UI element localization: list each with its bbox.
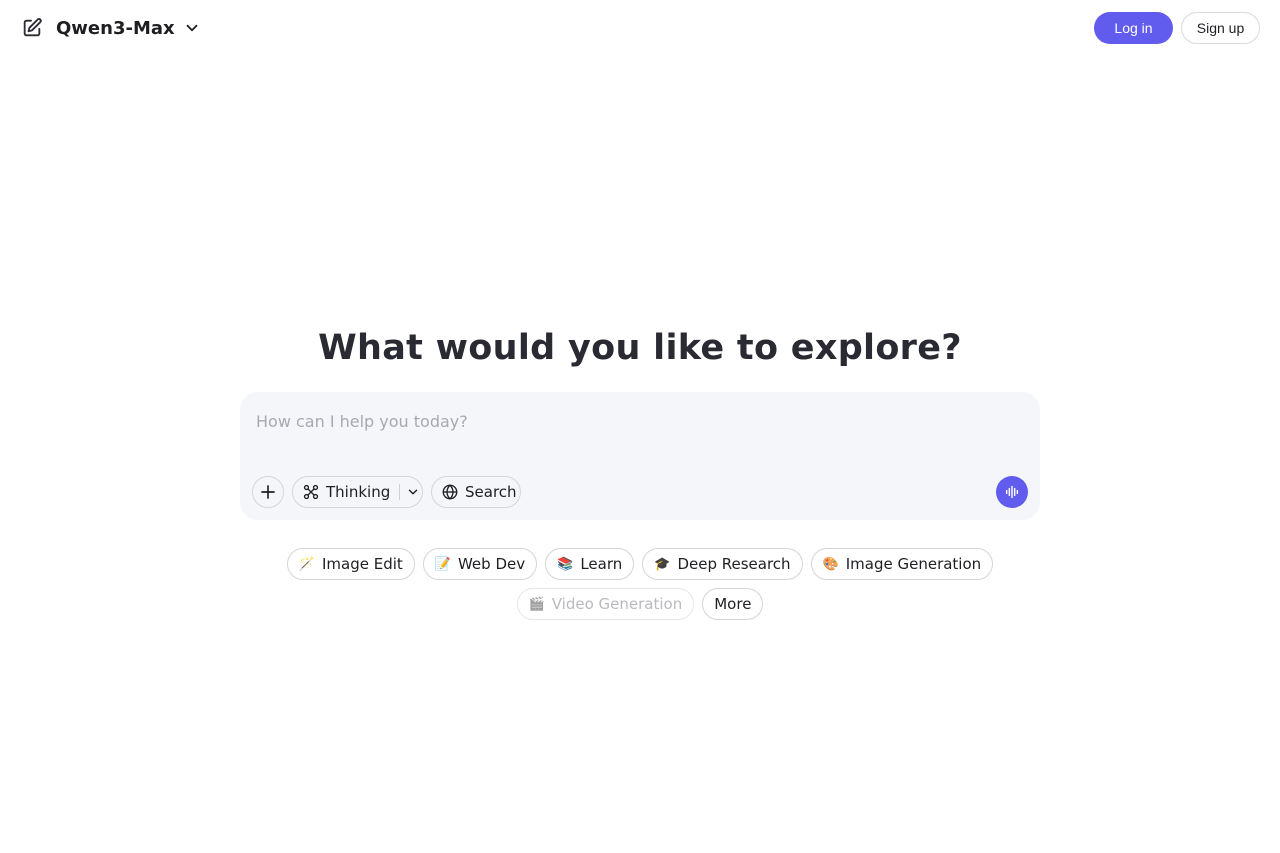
chip-deep-research[interactable]: 🎓 Deep Research xyxy=(642,548,803,580)
clapper-icon: 🎬 xyxy=(528,596,545,612)
chip-label: Deep Research xyxy=(677,555,791,573)
chevron-down-icon xyxy=(186,24,198,32)
magic-wand-icon: 🪄 xyxy=(298,556,315,572)
chip-label: Web Dev xyxy=(457,555,526,573)
edit-icon xyxy=(23,18,42,37)
thinking-toggle[interactable]: Thinking xyxy=(292,476,423,508)
prompt-input[interactable] xyxy=(256,408,1016,434)
chevron-down-icon xyxy=(409,489,418,495)
composer: Thinking Search xyxy=(240,392,1040,520)
suggestion-chips-row-2: 🎬 Video Generation More xyxy=(0,588,1280,620)
thinking-mode-dropdown[interactable] xyxy=(406,485,420,499)
chip-web-dev[interactable]: 📝 Web Dev xyxy=(422,548,538,580)
signup-button[interactable]: Sign up xyxy=(1181,12,1260,44)
search-label: Search xyxy=(465,483,517,501)
chip-label: More xyxy=(714,595,752,613)
globe-icon xyxy=(442,484,458,500)
memo-icon: 📝 xyxy=(434,556,451,572)
voice-input-button[interactable] xyxy=(996,476,1028,508)
login-button[interactable]: Log in xyxy=(1094,12,1173,44)
page-title: What would you like to explore? xyxy=(318,328,962,368)
books-icon: 📚 xyxy=(557,556,574,572)
chip-label: Image Generation xyxy=(845,555,982,573)
suggestion-chips: 🪄 Image Edit 📝 Web Dev 📚 Learn 🎓 Deep Re… xyxy=(0,548,1280,580)
chip-more[interactable]: More xyxy=(702,588,764,620)
chip-label: Video Generation xyxy=(551,595,683,613)
thinking-label: Thinking xyxy=(326,483,391,501)
add-attachment-button[interactable] xyxy=(252,476,284,508)
model-name: Qwen3-Max xyxy=(56,17,175,39)
divider xyxy=(399,484,401,500)
model-selector[interactable]: Qwen3-Max xyxy=(56,14,201,42)
chip-image-edit[interactable]: 🪄 Image Edit xyxy=(286,548,415,580)
chip-label: Learn xyxy=(580,555,623,573)
palette-icon: 🎨 xyxy=(822,556,839,572)
new-chat-button[interactable] xyxy=(18,14,46,42)
chip-learn[interactable]: 📚 Learn xyxy=(545,548,635,580)
top-bar: Qwen3-Max Log in Sign up xyxy=(0,0,1280,56)
chip-image-generation[interactable]: 🎨 Image Generation xyxy=(810,548,994,580)
search-toggle[interactable]: Search xyxy=(431,476,521,508)
chip-video-generation[interactable]: 🎬 Video Generation xyxy=(516,588,695,620)
graduation-cap-icon: 🎓 xyxy=(654,556,671,572)
chip-label: Image Edit xyxy=(322,555,403,573)
plus-icon xyxy=(261,485,275,499)
thinking-icon xyxy=(303,484,319,500)
waveform-icon xyxy=(1005,485,1019,499)
